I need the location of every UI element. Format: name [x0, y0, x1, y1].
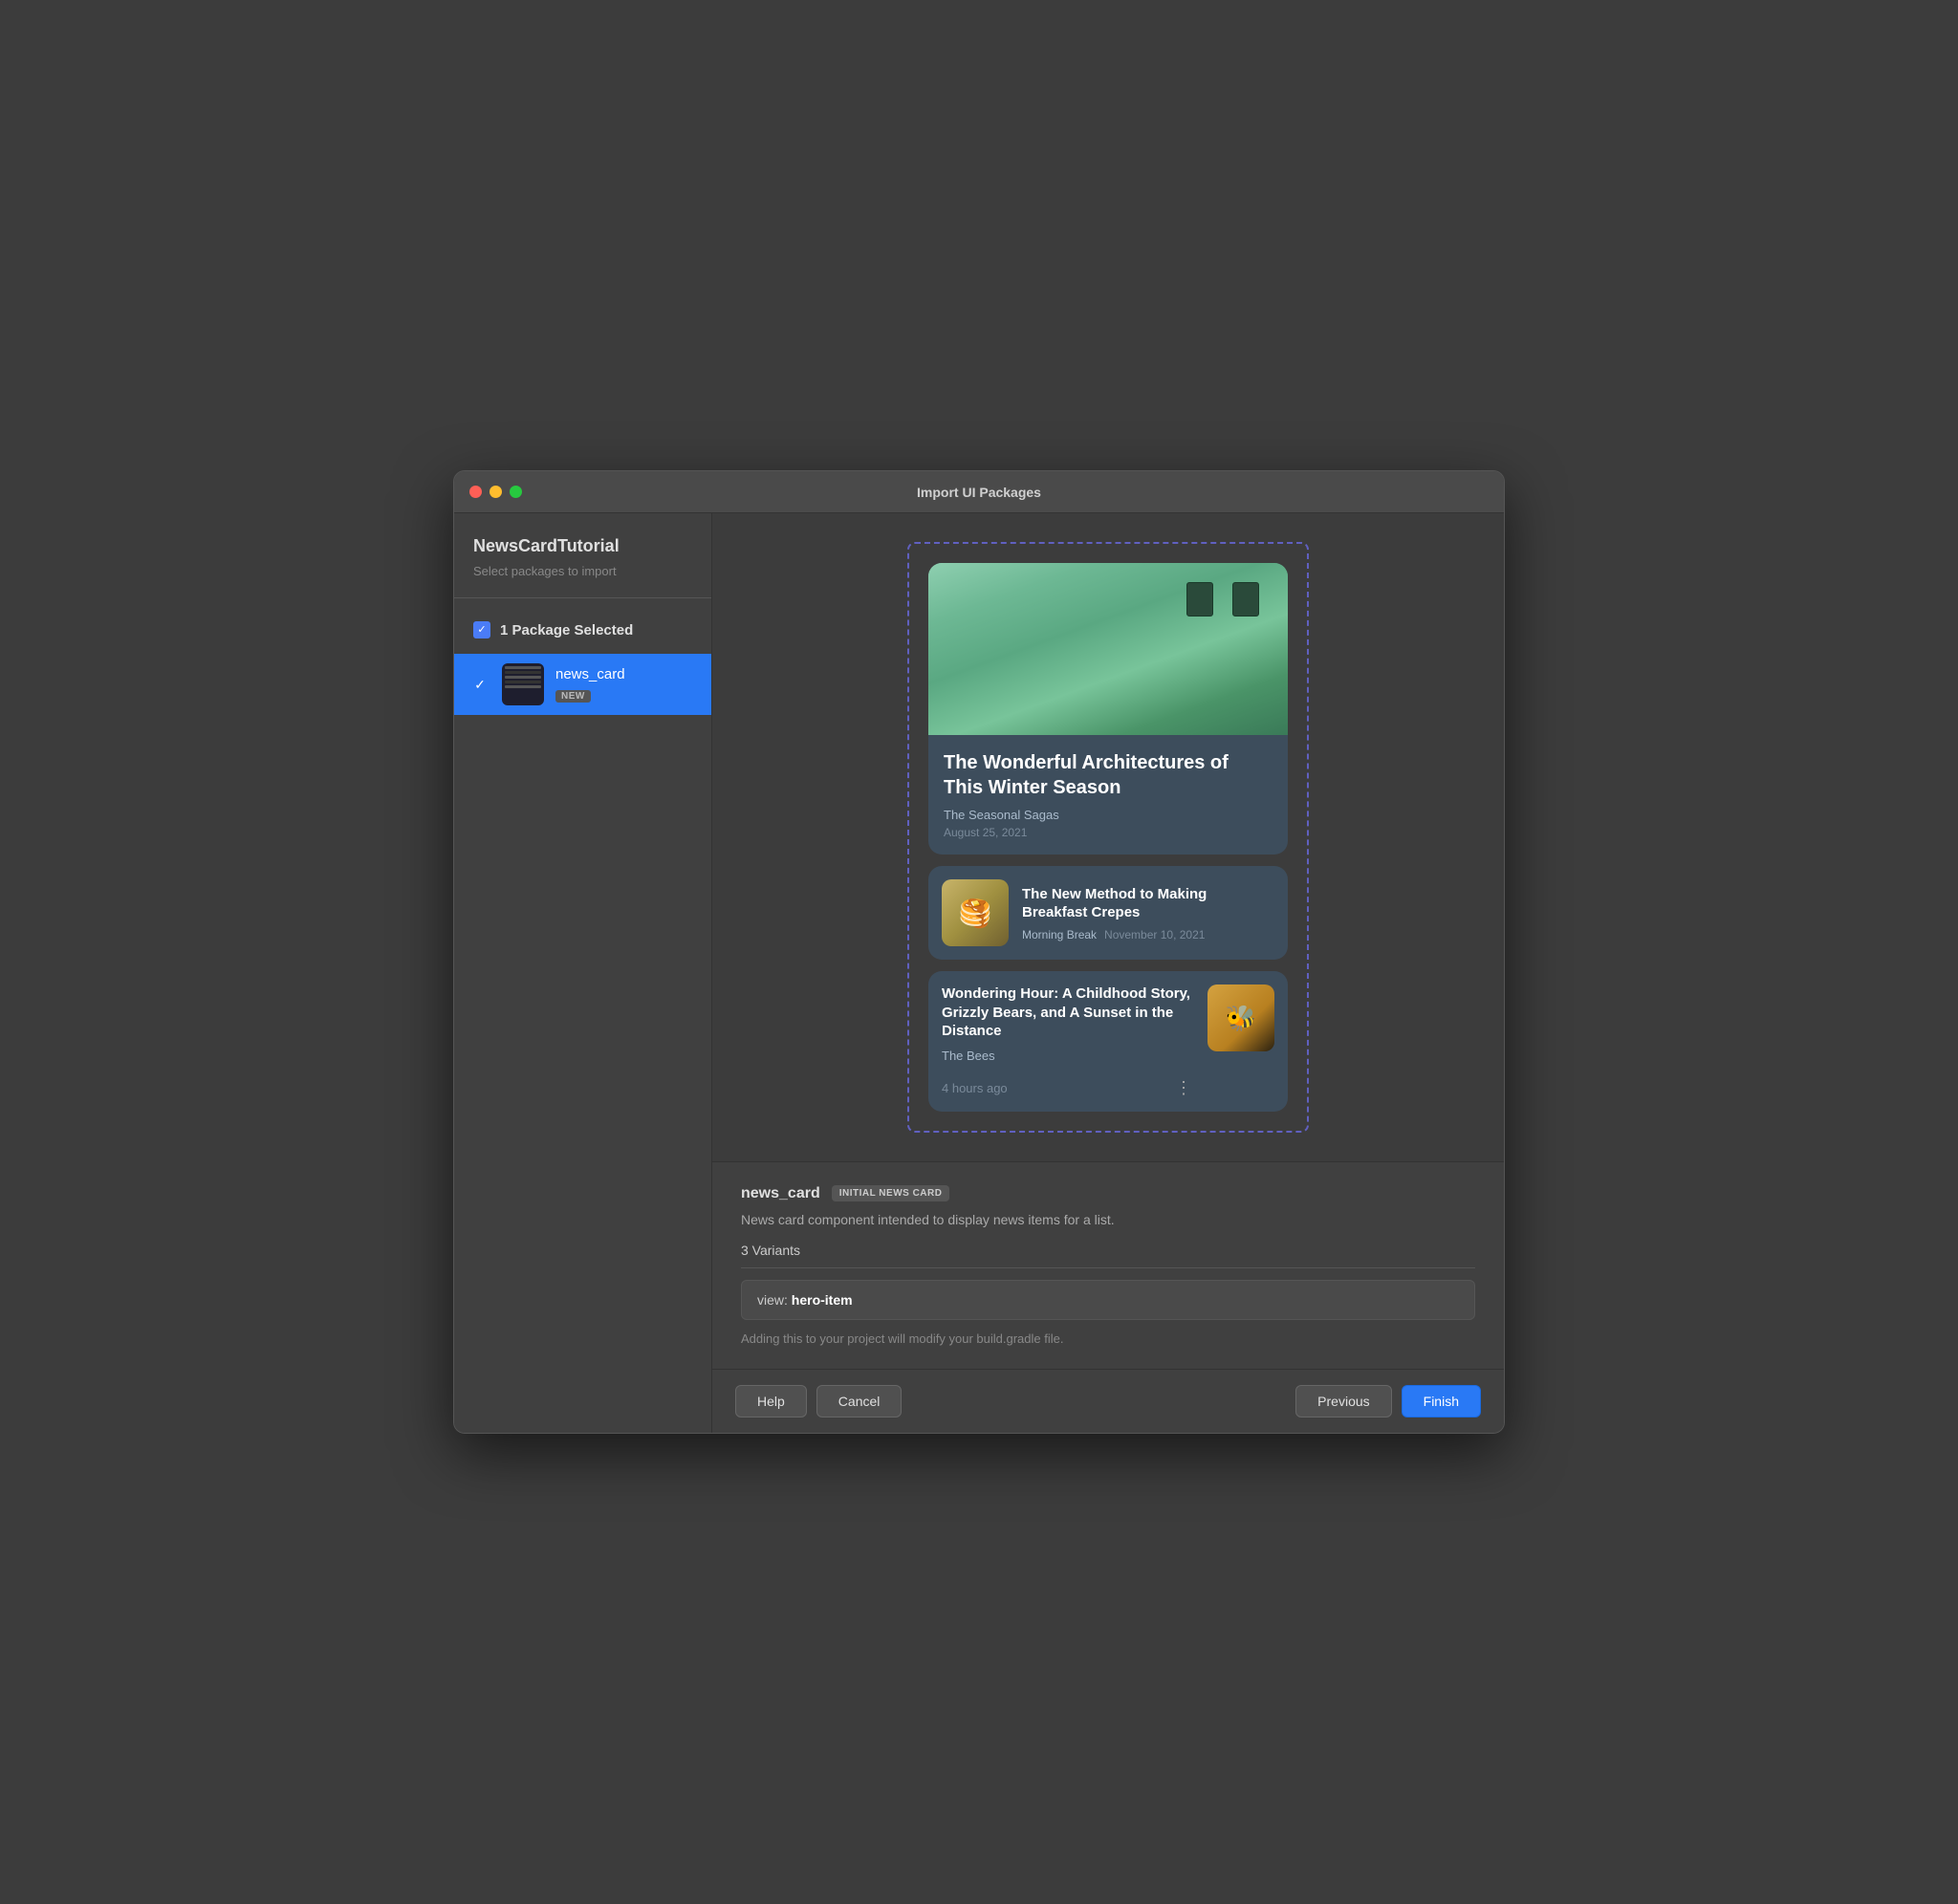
hero-news-card: The Wonderful Architectures of This Wint…: [928, 563, 1288, 855]
shutter-left: [1186, 582, 1213, 617]
import-packages-window: Import UI Packages NewsCardTutorial Sele…: [453, 470, 1505, 1434]
package-selected-label: 1 Package Selected: [500, 622, 633, 638]
hero-card-date: August 25, 2021: [944, 826, 1273, 839]
help-button[interactable]: Help: [735, 1385, 807, 1417]
main-content: NewsCardTutorial Select packages to impo…: [454, 513, 1504, 1433]
bottom-panel: news_card INITIAL NEWS CARD News card co…: [712, 1161, 1504, 1369]
bottom-package-description: News card component intended to display …: [741, 1212, 1475, 1227]
hero-card-image: [928, 563, 1288, 735]
footer: Help Cancel Previous Finish: [712, 1369, 1504, 1433]
package-list-item[interactable]: ✓ news_card NEW: [454, 654, 711, 715]
dashed-preview-border: The Wonderful Architectures of This Wint…: [907, 542, 1309, 1133]
main-area: The Wonderful Architectures of This Wint…: [712, 513, 1504, 1433]
hero-card-source: The Seasonal Sagas: [944, 808, 1273, 822]
package-selected-row: ✓ 1 Package Selected: [454, 614, 711, 654]
bottom-package-badge: INITIAL NEWS CARD: [832, 1185, 950, 1201]
finish-button[interactable]: Finish: [1402, 1385, 1481, 1417]
medium-news-card: 🥞 The New Method to Making Breakfast Cre…: [928, 866, 1288, 960]
medium-card-meta: Morning Break November 10, 2021: [1022, 928, 1274, 941]
variants-header: 3 Variants: [741, 1243, 1475, 1268]
compact-card-time: 4 hours ago: [942, 1081, 1008, 1095]
medium-card-thumbnail: 🥞: [942, 879, 1009, 946]
title-bar: Import UI Packages: [454, 471, 1504, 513]
thumb-line-4: [505, 681, 541, 683]
sidebar-subtitle: Select packages to import: [454, 564, 711, 597]
thumb-line-3: [505, 676, 541, 679]
compact-card-bottom: 4 hours ago ⋮: [942, 1078, 1194, 1098]
bee-emoji: 🐝: [1226, 1004, 1256, 1033]
previous-button[interactable]: Previous: [1295, 1385, 1391, 1417]
thumb-line-1: [505, 666, 541, 669]
package-thumbnail: [502, 663, 544, 705]
bottom-note: Adding this to your project will modify …: [741, 1331, 1475, 1346]
variant-view-value: hero-item: [792, 1292, 853, 1308]
package-new-badge: NEW: [555, 690, 591, 703]
footer-left-buttons: Help Cancel: [735, 1385, 902, 1417]
sidebar: NewsCardTutorial Select packages to impo…: [454, 513, 712, 1433]
cancel-button[interactable]: Cancel: [816, 1385, 903, 1417]
close-button[interactable]: [469, 486, 482, 498]
variant-row: view: hero-item: [741, 1280, 1475, 1320]
preview-area: The Wonderful Architectures of This Wint…: [712, 513, 1504, 1161]
compact-card-title: Wondering Hour: A Childhood Story, Grizz…: [942, 984, 1194, 1041]
medium-card-title: The New Method to Making Breakfast Crepe…: [1022, 885, 1274, 922]
compact-news-card: Wondering Hour: A Childhood Story, Grizz…: [928, 971, 1288, 1112]
variant-view-label: view:: [757, 1292, 788, 1308]
maximize-button[interactable]: [510, 486, 522, 498]
sidebar-project-name: NewsCardTutorial: [454, 536, 711, 564]
package-name: news_card: [555, 666, 696, 682]
footer-right-buttons: Previous Finish: [1295, 1385, 1481, 1417]
shutters-decoration: [1186, 582, 1259, 617]
package-info: news_card NEW: [555, 666, 696, 703]
compact-thumb-image: 🐝: [1207, 984, 1274, 1051]
compact-card-content: Wondering Hour: A Childhood Story, Grizz…: [942, 984, 1194, 1098]
hero-card-title: The Wonderful Architectures of This Wint…: [944, 750, 1273, 800]
compact-card-thumbnail: 🐝: [1207, 984, 1274, 1051]
medium-card-date: November 10, 2021: [1104, 928, 1205, 941]
package-item-check: ✓: [469, 674, 490, 695]
bottom-package-name: news_card: [741, 1185, 820, 1202]
checkmark-icon: ✓: [477, 625, 486, 636]
medium-card-content: The New Method to Making Breakfast Crepe…: [1022, 885, 1274, 941]
package-selected-checkbox[interactable]: ✓: [473, 621, 490, 638]
thumb-line-5: [505, 685, 541, 688]
hero-card-content: The Wonderful Architectures of This Wint…: [928, 735, 1288, 855]
bottom-package-header: news_card INITIAL NEWS CARD: [741, 1185, 1475, 1202]
traffic-lights: [469, 486, 522, 498]
minimize-button[interactable]: [490, 486, 502, 498]
sidebar-divider: [454, 597, 711, 598]
thumb-line-2: [505, 671, 541, 674]
window-title: Import UI Packages: [917, 485, 1041, 500]
more-options-button[interactable]: ⋮: [1175, 1078, 1194, 1098]
food-emoji: 🥞: [959, 898, 992, 929]
medium-thumb-image: 🥞: [942, 879, 1009, 946]
medium-card-source: Morning Break: [1022, 928, 1097, 941]
compact-card-source: The Bees: [942, 1049, 1194, 1063]
shutter-right: [1232, 582, 1259, 617]
